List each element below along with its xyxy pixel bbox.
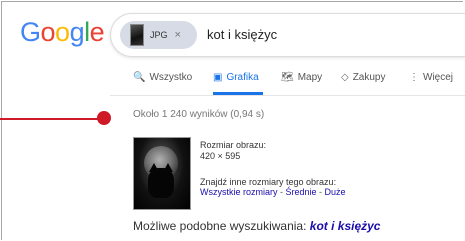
google-logo[interactable]: Google [20, 17, 105, 48]
map-icon: 🗺 [281, 72, 294, 83]
link-medium[interactable]: Średnie [286, 187, 317, 197]
cat-silhouette [148, 168, 174, 198]
logo-letter: o [40, 17, 56, 47]
tab-label: Więcej [423, 72, 454, 83]
tab-all[interactable]: 🔍 Wszystko [133, 72, 192, 83]
other-sizes-links: Wszystkie rozmiary - Średnie - Duże [200, 187, 346, 197]
logo-letter: o [55, 17, 70, 47]
link-separator: - [277, 187, 286, 197]
logo-letter: g [69, 17, 85, 47]
more-vert-icon: ⋮ [409, 72, 419, 83]
tab-label: Wszystko [149, 72, 193, 83]
image-size-label: Rozmiar obrazu: [200, 140, 267, 150]
annotation-line [0, 118, 103, 120]
query-image-thumbnail[interactable] [133, 137, 191, 210]
link-separator: - [316, 187, 325, 197]
tab-images[interactable]: ▣ Grafika [213, 72, 259, 83]
chip-label: JPG [150, 30, 168, 40]
image-search-chip[interactable]: JPG × [120, 21, 197, 49]
image-icon: ▣ [213, 72, 223, 83]
search-icon: 🔍 [133, 72, 146, 83]
suggested-search: Możliwe podobne wyszukiwania: kot i księ… [133, 219, 380, 233]
logo-letter: e [89, 17, 105, 47]
tab-shopping[interactable]: ◇ Zakupy [341, 72, 386, 83]
suggestion-prefix: Możliwe podobne wyszukiwania: [133, 219, 310, 233]
annotation-dot [97, 111, 111, 125]
tab-maps[interactable]: 🗺 Mapy [281, 72, 322, 83]
result-stats: Około 1 240 wyników (0,94 s) [133, 109, 265, 120]
close-icon[interactable]: × [175, 29, 181, 41]
logo-letter: G [20, 17, 41, 47]
link-large[interactable]: Duże [325, 187, 346, 197]
search-tabs: 🔍 Wszystko ▣ Grafika 🗺 Mapy ◇ Zakupy ⋮ W… [0, 72, 465, 88]
image-thumb-icon [130, 24, 144, 46]
other-sizes-label: Znajdź inne rozmiary tego obrazu: [200, 177, 337, 187]
link-all-sizes[interactable]: Wszystkie rozmiary [200, 187, 278, 197]
tab-more[interactable]: ⋮ Więcej [409, 72, 453, 83]
tab-label: Mapy [297, 72, 323, 83]
tag-icon: ◇ [341, 72, 349, 83]
image-size-value: 420 × 595 [200, 151, 241, 161]
tab-label: Zakupy [352, 72, 386, 83]
tab-label: Grafika [226, 72, 259, 83]
search-input[interactable]: kot i księżyc [207, 27, 277, 42]
suggestion-link[interactable]: kot i księżyc [310, 219, 381, 233]
tabs-divider [110, 95, 465, 96]
